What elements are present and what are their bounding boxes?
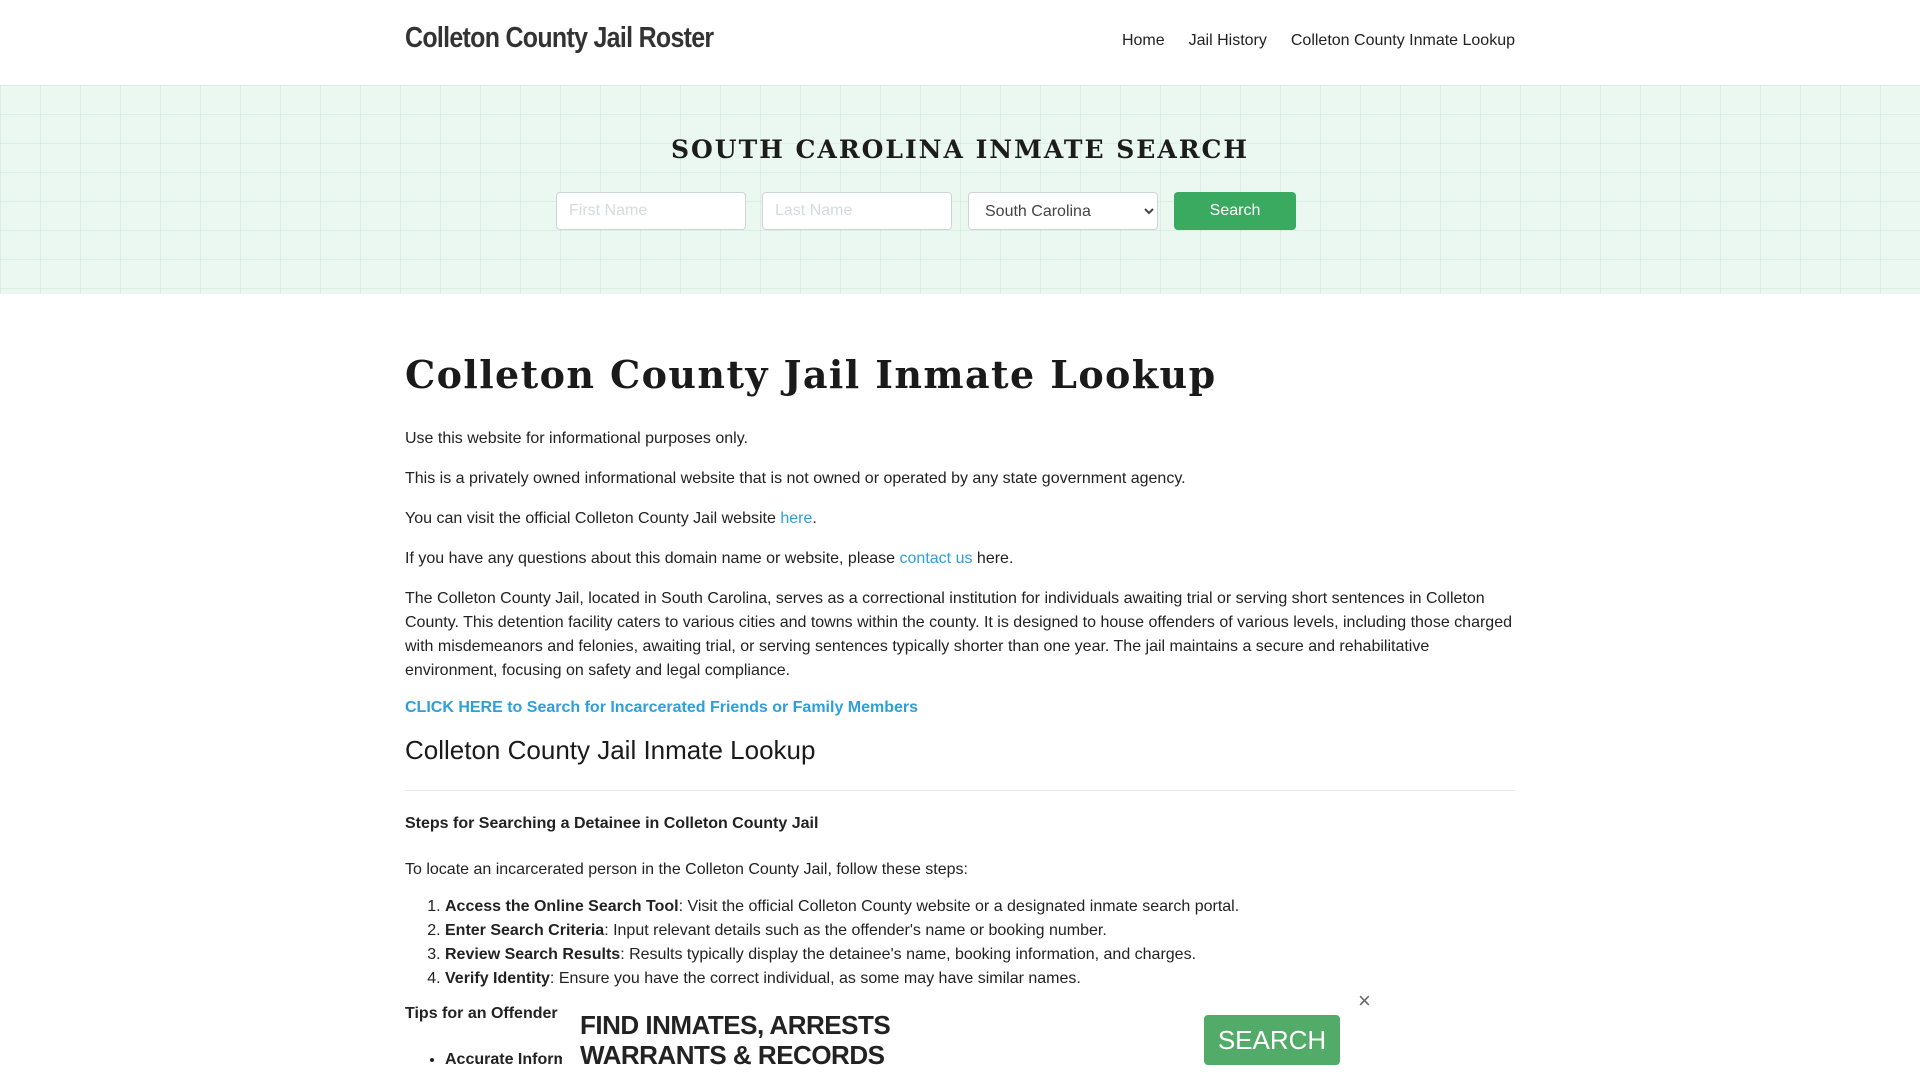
section-title: Colleton County Jail Inmate Lookup (405, 735, 816, 765)
first-name-input[interactable] (556, 192, 746, 230)
main-nav: Home Jail History Colleton County Inmate… (1122, 32, 1515, 50)
ownership-text: This is a privately owned informational … (405, 470, 1186, 487)
contact-us-link[interactable]: contact us (900, 550, 973, 567)
tip-title: Accurate Inform (445, 1051, 568, 1068)
ad-line-1: FIND INMATES, ARRESTS (580, 1010, 891, 1040)
site-header: Colleton County Jail Roster Home Jail Hi… (0, 0, 1920, 85)
official-site-text: You can visit the official Colleton Coun… (405, 507, 1515, 531)
step-item: Enter Search Criteria: Input relevant de… (445, 919, 1515, 943)
search-button[interactable]: Search (1174, 192, 1296, 230)
inmate-search-form: South Carolina Search (556, 192, 1296, 230)
close-icon[interactable]: × (1358, 990, 1371, 1012)
official-site-link[interactable]: here (780, 510, 812, 527)
steps-intro: To locate an incarcerated person in the … (405, 861, 968, 878)
step-item: Review Search Results: Results typically… (445, 943, 1515, 967)
search-family-link[interactable]: CLICK HERE to Search for Incarcerated Fr… (405, 699, 1515, 717)
nav-home[interactable]: Home (1122, 32, 1165, 50)
step-title: Enter Search Criteria (445, 922, 605, 939)
contact-suffix: here. (972, 550, 1014, 567)
nav-jail-history[interactable]: Jail History (1189, 32, 1267, 50)
page-title: Colleton County Jail Inmate Lookup (405, 352, 1217, 397)
nav-inmate-lookup[interactable]: Colleton County Inmate Lookup (1291, 32, 1515, 50)
step-text: : Input relevant details such as the off… (604, 922, 1107, 939)
contact-text: If you have any questions about this dom… (405, 547, 1515, 571)
ad-line-2: WARRANTS & RECORDS (580, 1040, 885, 1070)
steps-heading: Steps for Searching a Detainee in Collet… (405, 815, 819, 832)
step-text: : Visit the official Colleton County web… (678, 898, 1240, 915)
official-site-prefix: You can visit the official Colleton Coun… (405, 510, 781, 527)
step-title: Review Search Results (445, 946, 621, 963)
hero-title: SOUTH CAROLINA INMATE SEARCH (670, 135, 1250, 164)
step-title: Verify Identity (445, 970, 550, 987)
step-item: Verify Identity: Ensure you have the cor… (445, 967, 1515, 991)
contact-prefix: If you have any questions about this dom… (405, 550, 900, 567)
steps-list: Access the Online Search Tool: Visit the… (445, 895, 1515, 991)
jail-description: The Colleton County Jail, located in Sou… (405, 590, 1512, 679)
official-site-suffix: . (812, 510, 817, 527)
step-text: : Results typically display the detainee… (620, 946, 1197, 963)
ad-headline: FIND INMATES, ARRESTS WARRANTS & RECORDS (580, 1010, 891, 1070)
site-brand[interactable]: Colleton County Jail Roster (405, 22, 714, 55)
ad-search-button[interactable]: SEARCH (1204, 1015, 1340, 1065)
step-item: Access the Online Search Tool: Visit the… (445, 895, 1515, 919)
last-name-input[interactable] (762, 192, 952, 230)
step-title: Access the Online Search Tool (445, 898, 679, 915)
main-content: Colleton County Jail Inmate Lookup Use t… (405, 294, 1515, 1069)
step-text: : Ensure you have the correct individual… (549, 970, 1081, 987)
ad-banner[interactable]: FIND INMATES, ARRESTS WARRANTS & RECORDS… (562, 990, 1382, 1080)
state-select[interactable]: South Carolina (968, 192, 1158, 230)
disclaimer-text: Use this website for informational purpo… (405, 430, 748, 447)
section-divider (405, 790, 1515, 791)
search-hero: SOUTH CAROLINA INMATE SEARCH South Carol… (0, 85, 1920, 294)
